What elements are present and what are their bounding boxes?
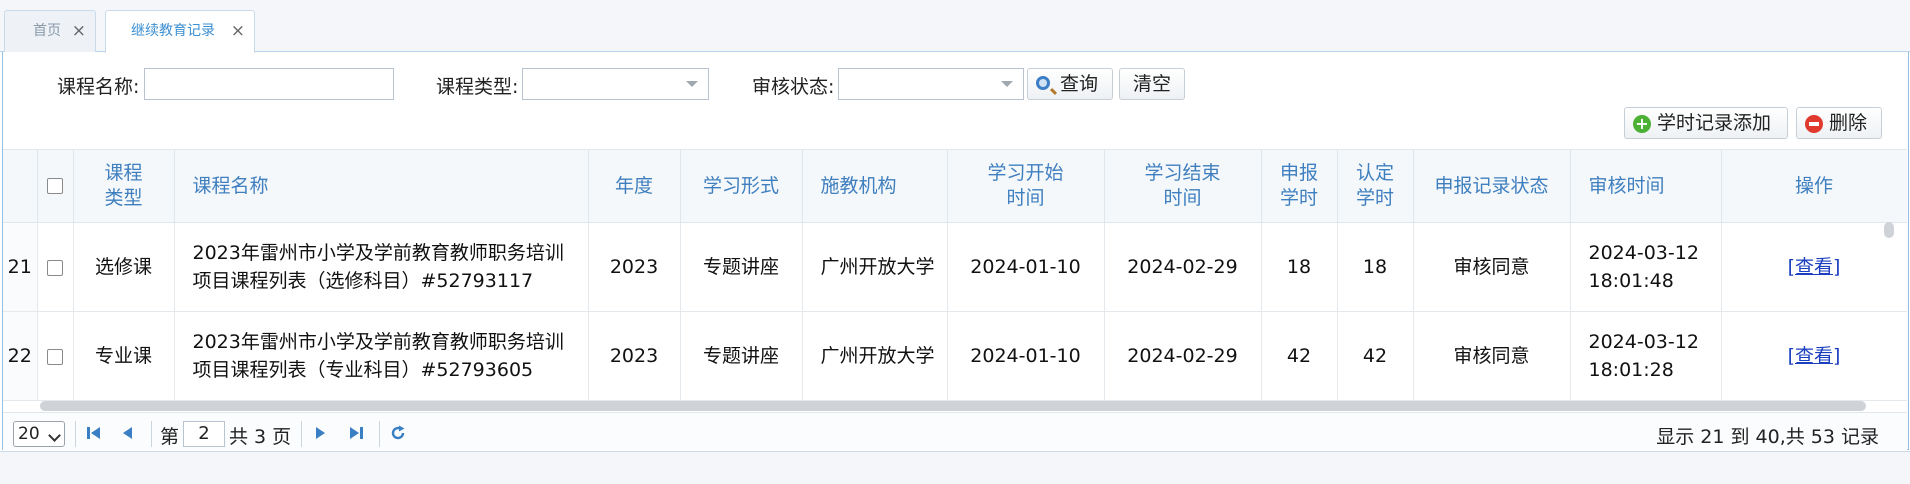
start-time-cell: 2024-01-10	[947, 222, 1105, 312]
tab-continuing-education-label: 继续教育记录	[131, 23, 215, 39]
select-all-checkbox[interactable]	[47, 178, 63, 194]
chevron-down-icon	[686, 81, 698, 87]
row-number: 21	[3, 222, 38, 312]
status-cell: 审核同意	[1413, 311, 1571, 401]
tab-bar: 首页 × 继续教育记录 ×	[0, 0, 1910, 53]
review-status-label: 审核状态:	[752, 76, 835, 98]
course-type-label: 课程类型:	[436, 76, 519, 98]
review-status-select[interactable]	[838, 68, 1024, 100]
pager-separator	[379, 421, 380, 447]
pager-separator	[301, 421, 302, 447]
status-cell: 审核同意	[1413, 222, 1571, 312]
add-record-button[interactable]: + 学时记录添加	[1624, 107, 1788, 139]
declared-hours-cell: 42	[1261, 311, 1338, 401]
tab-continuing-education[interactable]: 继续教育记录 ×	[105, 10, 255, 53]
next-page-icon[interactable]	[311, 424, 329, 442]
row-checkbox[interactable]	[47, 348, 63, 365]
page-total: 共 3 页	[229, 426, 292, 448]
chevron-down-icon	[1001, 81, 1013, 87]
institution-cell: 广州开放大学	[802, 311, 948, 401]
query-button[interactable]: 查询	[1027, 68, 1113, 100]
last-page-icon[interactable]	[347, 424, 365, 442]
pager-info: 显示 21 到 40,共 53 记录	[1656, 426, 1879, 448]
col-review-time[interactable]: 审核时间	[1570, 149, 1722, 223]
horizontal-scrollbar[interactable]	[40, 401, 1866, 411]
institution-cell: 广州开放大学	[802, 222, 948, 312]
approved-hours-cell: 42	[1337, 311, 1414, 401]
view-link[interactable]: [查看]	[1788, 256, 1841, 278]
records-table: 课程 类型 课程名称 年度 学习形式 施教机构 学习开始 时间 学习结束 时间 申报学…	[3, 149, 1907, 401]
review-time-cell: 2024-03-12 18:01:48	[1570, 222, 1722, 312]
col-status[interactable]: 申报记录状态	[1413, 149, 1571, 223]
start-time-cell: 2024-01-10	[947, 311, 1105, 401]
row-checkbox-cell	[37, 311, 74, 401]
table-row[interactable]: 21 选修课 2023年雷州市小学及学前教育教师职务培训项目课程列表（选修科目）…	[3, 222, 1907, 312]
col-study-form[interactable]: 学习形式	[680, 149, 803, 223]
study-form-cell: 专题讲座	[680, 222, 803, 312]
course-type-cell: 专业课	[73, 311, 175, 401]
row-checkbox-cell	[37, 222, 74, 312]
action-cell: [查看]	[1721, 222, 1907, 312]
approved-hours-cell: 18	[1337, 222, 1414, 312]
row-number-header	[3, 149, 38, 223]
col-year[interactable]: 年度	[588, 149, 681, 223]
clear-button[interactable]: 清空	[1119, 68, 1185, 100]
add-icon: +	[1633, 115, 1651, 133]
col-approved-hours[interactable]: 认定 学时	[1337, 149, 1414, 223]
study-form-cell: 专题讲座	[680, 311, 803, 401]
course-name-label: 课程名称:	[57, 76, 140, 98]
year-cell: 2023	[588, 222, 681, 312]
select-all-cell	[37, 149, 74, 223]
close-icon[interactable]: ×	[231, 11, 245, 51]
col-declared-hours[interactable]: 申报 学时	[1261, 149, 1338, 223]
course-name-input[interactable]	[144, 68, 394, 100]
course-type-select[interactable]	[522, 68, 709, 100]
page-number-input[interactable]: 2	[183, 421, 225, 447]
end-time-cell: 2024-02-29	[1104, 311, 1262, 401]
course-name-cell: 2023年雷州市小学及学前教育教师职务培训项目课程列表（专业科目）#527936…	[174, 311, 589, 401]
col-end-time[interactable]: 学习结束 时间	[1104, 149, 1262, 223]
row-number: 22	[3, 311, 38, 401]
course-name-cell: 2023年雷州市小学及学前教育教师职务培训项目课程列表（选修科目）#527931…	[174, 222, 589, 312]
search-icon	[1036, 76, 1050, 90]
pager-separator	[75, 421, 76, 447]
end-time-cell: 2024-02-29	[1104, 222, 1262, 312]
year-cell: 2023	[588, 311, 681, 401]
course-type-cell: 选修课	[73, 222, 175, 312]
review-time-cell: 2024-03-12 18:01:28	[1570, 311, 1722, 401]
close-icon[interactable]: ×	[72, 11, 86, 51]
col-action: 操作	[1721, 149, 1907, 223]
bottom-bar	[0, 451, 1910, 484]
pagination-bar: 20 第 2 共 3 页 显示 21 到 40,共 53 记录	[3, 412, 1907, 450]
col-course-type[interactable]: 课程 类型	[73, 149, 175, 223]
page-prefix: 第	[160, 426, 180, 448]
tab-home[interactable]: 首页 ×	[4, 10, 96, 52]
view-link[interactable]: [查看]	[1788, 345, 1841, 367]
first-page-icon[interactable]	[85, 424, 103, 442]
delete-button[interactable]: 删除	[1796, 107, 1882, 139]
table-row[interactable]: 22 专业课 2023年雷州市小学及学前教育教师职务培训项目课程列表（专业科目）…	[3, 311, 1907, 401]
col-institution[interactable]: 施教机构	[802, 149, 948, 223]
page-size-select[interactable]: 20	[13, 421, 65, 447]
col-start-time[interactable]: 学习开始 时间	[947, 149, 1105, 223]
refresh-icon[interactable]	[389, 424, 407, 442]
action-cell: [查看]	[1721, 311, 1907, 401]
vertical-scrollbar[interactable]	[1884, 222, 1894, 238]
delete-icon	[1805, 115, 1823, 133]
tab-home-label: 首页	[33, 23, 61, 39]
pager-separator	[151, 421, 152, 447]
declared-hours-cell: 18	[1261, 222, 1338, 312]
table-header: 课程 类型 课程名称 年度 学习形式 施教机构 学习开始 时间 学习结束 时间 申报学…	[3, 149, 1907, 223]
row-checkbox[interactable]	[47, 259, 63, 276]
prev-page-icon[interactable]	[119, 424, 137, 442]
col-course-name[interactable]: 课程名称	[174, 149, 589, 223]
